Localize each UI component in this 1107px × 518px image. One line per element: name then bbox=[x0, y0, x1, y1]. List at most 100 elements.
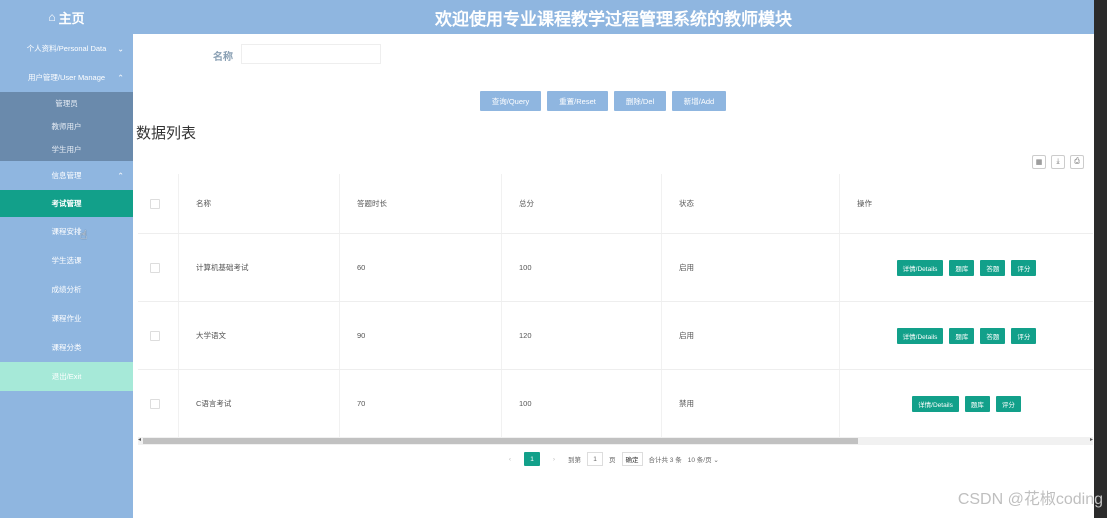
cell-name: 计算机基础考试 bbox=[179, 234, 340, 301]
sidebar-item-label: 课程分类 bbox=[51, 343, 82, 352]
details-button[interactable]: 详情/Details bbox=[896, 327, 944, 344]
reset-button[interactable]: 重置/Reset bbox=[547, 91, 608, 111]
cell-duration: 60 bbox=[340, 234, 502, 301]
sidebar-item-label: 课程安排 bbox=[51, 227, 82, 236]
cell-status: 启用 bbox=[662, 234, 840, 301]
answer-button[interactable]: 答题 bbox=[980, 259, 1006, 276]
sidebar-item-course-selection[interactable]: 学生选课 bbox=[0, 246, 133, 275]
chevron-up-icon: ⌃ bbox=[117, 73, 124, 82]
row-checkbox[interactable] bbox=[150, 262, 160, 273]
header-checkbox-cell bbox=[138, 174, 179, 233]
row-checkbox-cell bbox=[138, 302, 179, 369]
details-button[interactable]: 详情/Details bbox=[896, 259, 944, 276]
table-row: 计算机基础考试 60 100 启用 详情/Details 题库 答题 评分 bbox=[138, 234, 1093, 302]
grade-button[interactable]: 评分 bbox=[1011, 327, 1037, 344]
scrollbar-thumb[interactable] bbox=[143, 438, 858, 444]
cell-score: 100 bbox=[502, 234, 662, 301]
current-page-button[interactable]: 1 bbox=[524, 452, 540, 466]
main-content: 名称 查询/Query 重置/Reset 删除/Del 新增/Add 数据列表 … bbox=[133, 34, 1094, 518]
header-actions: 操作 bbox=[857, 199, 872, 208]
data-table: 名称 答题时长 总分 状态 操作 计算机基础考试 60 100 启用 详情/De… bbox=[138, 174, 1093, 438]
next-page-button[interactable]: › bbox=[546, 452, 562, 466]
page-size-select[interactable]: 10 条/页 ⌄ bbox=[688, 454, 719, 464]
name-search-input[interactable] bbox=[241, 44, 381, 64]
goto-page-input[interactable]: 1 bbox=[587, 452, 603, 466]
row-checkbox-cell bbox=[138, 234, 179, 301]
grade-button[interactable]: 评分 bbox=[1011, 259, 1037, 276]
action-buttons: 查询/Query 重置/Reset 删除/Del 新增/Add bbox=[480, 91, 726, 111]
sidebar-item-label: 考试管理 bbox=[51, 199, 82, 208]
answer-button[interactable]: 答题 bbox=[980, 327, 1006, 344]
row-checkbox-cell bbox=[138, 370, 179, 437]
watermark: CSDN @花椒coding bbox=[957, 491, 1103, 508]
cell-score: 120 bbox=[502, 302, 662, 369]
page-unit-label: 页 bbox=[609, 457, 616, 464]
scroll-right-icon[interactable]: ▸ bbox=[1090, 436, 1093, 443]
cell-name: C语言考试 bbox=[179, 370, 340, 437]
cell-duration: 70 bbox=[340, 370, 502, 437]
window-edge bbox=[1094, 0, 1107, 518]
cell-status: 禁用 bbox=[662, 370, 840, 437]
sidebar-item-label: 学生用户 bbox=[51, 145, 82, 154]
chevron-down-icon: ⌄ bbox=[713, 457, 719, 464]
sidebar-item-label: 教师用户 bbox=[51, 122, 82, 131]
cell-name: 大学语文 bbox=[179, 302, 340, 369]
sidebar-item-user-manage[interactable]: 用户管理/User Manage ⌃ bbox=[0, 63, 133, 92]
grid-icon[interactable]: ▦ bbox=[1032, 155, 1046, 169]
sidebar-item-teacher-users[interactable]: 教师用户 bbox=[0, 115, 133, 138]
add-button[interactable]: 新增/Add bbox=[672, 91, 726, 111]
question-bank-button[interactable]: 题库 bbox=[949, 327, 975, 344]
home-link[interactable]: ⌂ 主页 bbox=[0, 0, 133, 34]
home-label: 主页 bbox=[58, 10, 85, 26]
query-button[interactable]: 查询/Query bbox=[480, 91, 541, 111]
sidebar-item-label: 学生选课 bbox=[51, 256, 82, 265]
horizontal-scrollbar[interactable]: ◂ ▸ bbox=[138, 437, 1093, 445]
total-count: 合计共 3 条 bbox=[648, 457, 682, 464]
sidebar-item-course-homework[interactable]: 课程作业 bbox=[0, 304, 133, 333]
cell-actions: 详情/Details 题库 评分 bbox=[840, 370, 1093, 437]
header-name: 名称 bbox=[179, 174, 340, 233]
sidebar-item-info-manage[interactable]: 信息管理 ⌃ bbox=[0, 161, 133, 190]
sidebar-item-label: 课程作业 bbox=[51, 314, 82, 323]
print-icon[interactable]: ⎙ bbox=[1070, 155, 1084, 169]
sidebar-item-course-schedule[interactable]: 课程安排 bbox=[0, 217, 133, 246]
hand-cursor-icon: ☝ bbox=[80, 228, 88, 242]
cell-duration: 90 bbox=[340, 302, 502, 369]
sidebar-item-label: 退出/Exit bbox=[51, 372, 82, 381]
row-checkbox[interactable] bbox=[150, 330, 160, 341]
sidebar-item-exam-manage[interactable]: 考试管理 bbox=[0, 190, 133, 217]
sidebar-item-grade-analysis[interactable]: 成绩分析 bbox=[0, 275, 133, 304]
top-header: ⌂ 主页 欢迎使用专业课程教学过程管理系统的教师模块 bbox=[0, 0, 1094, 34]
pagination: ‹ 1 › 到第 1 页 确定 合计共 3 条 10 条/页 ⌄ bbox=[502, 452, 719, 466]
cell-actions: 详情/Details 题库 答题 评分 bbox=[840, 234, 1093, 301]
details-button[interactable]: 详情/Details bbox=[912, 395, 959, 412]
chevron-up-icon: ⌃ bbox=[117, 171, 124, 180]
sidebar-item-label: 用户管理/User Manage bbox=[27, 73, 106, 82]
grade-button[interactable]: 评分 bbox=[995, 395, 1021, 412]
sidebar-item-exit[interactable]: 退出/Exit bbox=[0, 362, 133, 391]
sidebar-item-student-users[interactable]: 学生用户 bbox=[0, 138, 133, 161]
delete-button[interactable]: 删除/Del bbox=[614, 91, 666, 111]
table-row: C语言考试 70 100 禁用 详情/Details 题库 评分 bbox=[138, 370, 1093, 438]
sidebar-item-course-category[interactable]: 课程分类 bbox=[0, 333, 133, 362]
question-bank-button[interactable]: 题库 bbox=[949, 259, 975, 276]
page-title: 欢迎使用专业课程教学过程管理系统的教师模块 bbox=[435, 9, 792, 29]
sidebar-item-personal-data[interactable]: 个人资料/Personal Data ⌄ bbox=[0, 34, 133, 63]
home-icon: ⌂ bbox=[48, 10, 56, 24]
table-row: 大学语文 90 120 启用 详情/Details 题库 答题 评分 bbox=[138, 302, 1093, 370]
prev-page-button[interactable]: ‹ bbox=[502, 452, 518, 466]
sidebar-item-label: 成绩分析 bbox=[51, 285, 82, 294]
page-size-value: 10 条/页 bbox=[687, 457, 712, 464]
header-duration: 答题时长 bbox=[340, 174, 502, 233]
scroll-left-icon[interactable]: ◂ bbox=[138, 436, 141, 443]
table-header-row: 名称 答题时长 总分 状态 操作 bbox=[138, 174, 1093, 234]
cell-status: 启用 bbox=[662, 302, 840, 369]
question-bank-button[interactable]: 题库 bbox=[964, 395, 990, 412]
row-checkbox[interactable] bbox=[150, 398, 160, 409]
download-icon[interactable]: ⤓ bbox=[1051, 155, 1065, 169]
select-all-checkbox[interactable] bbox=[150, 198, 160, 209]
sidebar-item-admin[interactable]: 管理员 bbox=[0, 92, 133, 115]
sidebar: 个人资料/Personal Data ⌄ 用户管理/User Manage ⌃ … bbox=[0, 34, 133, 518]
goto-confirm-button[interactable]: 确定 bbox=[621, 452, 643, 466]
chevron-down-icon: ⌄ bbox=[117, 44, 124, 53]
